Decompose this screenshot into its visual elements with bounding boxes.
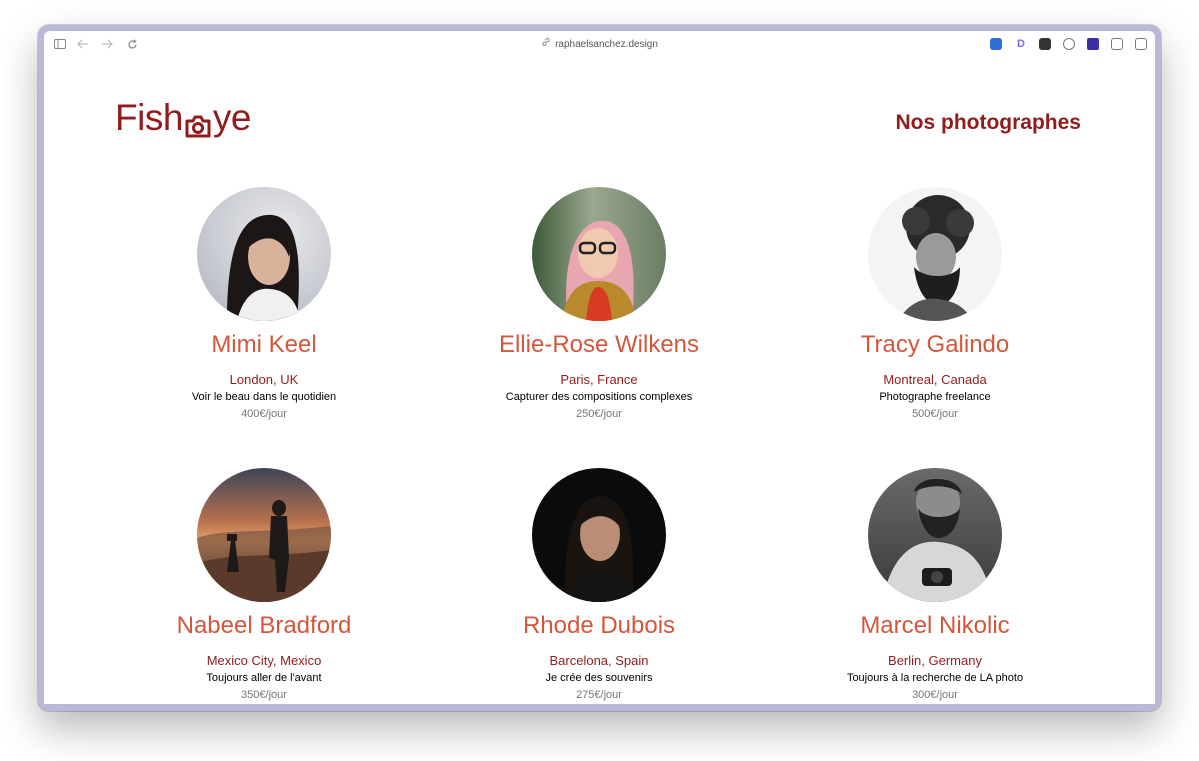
photographer-portrait[interactable] [532,468,666,602]
photographer-portrait[interactable] [532,187,666,321]
photographer-tagline: Photographe freelance [879,391,991,403]
photographer-card[interactable]: Tracy Galindo Montreal, Canada Photograp… [785,187,1085,420]
extension-cube-icon[interactable] [1087,38,1099,50]
photographer-name[interactable]: Tracy Galindo [785,331,1085,359]
photographer-location: Barcelona, Spain [549,653,649,668]
photographer-tagline: Toujours aller de l'avant [206,672,322,684]
photographer-price: 250€/jour [576,408,622,420]
photographer-price: 500€/jour [912,408,958,420]
photographer-card[interactable]: Mimi Keel London, UK Voir le beau dans l… [114,187,414,420]
url-text: raphaelsanchez.design [555,39,658,50]
split-view-icon[interactable] [1135,38,1147,50]
photographer-price: 400€/jour [241,408,287,420]
photographer-name[interactable]: Rhode Dubois [449,612,749,640]
photographer-price: 275€/jour [576,689,622,701]
photographer-name[interactable]: Ellie-Rose Wilkens [449,331,749,359]
photographer-card[interactable]: Ellie-Rose Wilkens Paris, France Capture… [449,187,749,420]
photographer-location: Mexico City, Mexico [206,653,322,668]
photographer-portrait[interactable] [868,187,1002,321]
photographer-name[interactable]: Mimi Keel [114,331,414,359]
extension-d-icon[interactable]: D [1015,38,1027,50]
photographer-tagline: Toujours à la recherche de LA photo [846,672,1024,684]
fisheye-logo[interactable]: Fish ye [115,97,251,139]
photographer-price: 300€/jour [912,689,958,701]
extension-send-icon[interactable] [1039,38,1051,50]
photographer-card[interactable]: Marcel Nikolic Berlin, Germany Toujours … [785,468,1085,701]
photographer-name[interactable]: Marcel Nikolic [785,612,1085,640]
photographer-tagline: Capturer des compositions complexes [505,391,693,403]
photographer-price: 350€/jour [241,689,287,701]
page-content: Fish ye Nos photographes Mimi Keel Londo… [44,59,1155,704]
photographer-location: Berlin, Germany [888,653,982,668]
logo-text-start: Fish [115,97,183,138]
photographer-location: Montreal, Canada [883,372,987,387]
browser-window: raphaelsanchez.design D Fish ye Nos phot… [38,25,1161,711]
extension-icon[interactable] [990,38,1002,50]
wordpress-icon[interactable] [1063,38,1075,50]
browser-toolbar: raphaelsanchez.design D [44,31,1155,59]
photographer-location: Paris, France [560,372,638,387]
photographer-portrait[interactable] [197,468,331,602]
photographer-portrait[interactable] [197,187,331,321]
photographer-tagline: Je crée des souvenirs [545,672,653,684]
logo-text-end: ye [212,97,252,138]
reader-icon[interactable] [1111,38,1123,50]
photographer-card[interactable]: Nabeel Bradford Mexico City, Mexico Touj… [114,468,414,701]
address-bar[interactable]: raphaelsanchez.design [44,37,1155,50]
photographer-card[interactable]: Rhode Dubois Barcelona, Spain Je crée de… [449,468,749,701]
photographer-name[interactable]: Nabeel Bradford [114,612,414,640]
page-title: Nos photographes [895,111,1081,134]
link-icon [541,37,551,50]
photographer-tagline: Voir le beau dans le quotidien [191,391,337,403]
photographer-location: London, UK [229,372,299,387]
camera-icon [184,106,212,138]
photographer-portrait[interactable] [868,468,1002,602]
